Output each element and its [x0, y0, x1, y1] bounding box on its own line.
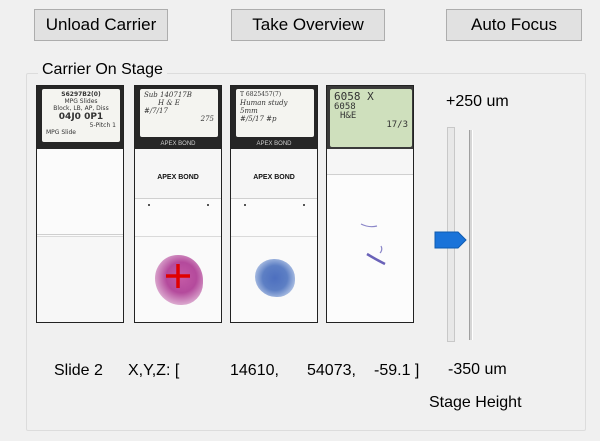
- slide-label: S6297B2(0) MPG Slides Block, LB, AP, Dis…: [37, 86, 123, 149]
- stage-height-max: +250 um: [446, 93, 509, 110]
- label-line: Sub 140717B: [144, 91, 192, 99]
- slide-label: 6058 X 6058 H&E 17/3: [327, 86, 413, 149]
- stage-height-thumb[interactable]: [434, 230, 467, 250]
- slide-2[interactable]: Sub 140717B H & E #/7/17 275 APEX BOND A…: [134, 85, 222, 323]
- take-overview-button[interactable]: Take Overview: [231, 9, 385, 41]
- stage-height-scale: [469, 130, 473, 340]
- corner-mark: [303, 204, 305, 206]
- label-line: Human study: [240, 99, 288, 107]
- corner-mark: [148, 204, 150, 206]
- label-line: 17/3: [386, 120, 408, 130]
- label-line: 5mm: [240, 107, 258, 115]
- slide-3[interactable]: T 6825457(7) Human study 5mm #/5/17 #p A…: [230, 85, 318, 323]
- corner-mark: [207, 204, 209, 206]
- label-line: 275: [200, 115, 214, 123]
- coord-y: 54073,: [307, 362, 356, 379]
- slide-label-paper: 6058 X 6058 H&E 17/3: [330, 89, 412, 147]
- unload-carrier-button[interactable]: Unload Carrier: [34, 9, 168, 41]
- coord-z: -59.1 ]: [374, 362, 420, 379]
- label-line: S6297B2(0): [61, 91, 101, 98]
- frosted-brand: APEX BOND: [157, 174, 199, 181]
- label-line: 5-Pitch 1: [89, 122, 116, 129]
- focus-crosshair-icon: [166, 264, 190, 288]
- label-line: #/7/17: [144, 107, 168, 115]
- coords-label: X,Y,Z: [: [128, 362, 180, 379]
- slide-1[interactable]: S6297B2(0) MPG Slides Block, LB, AP, Dis…: [36, 85, 124, 323]
- frosted-brand: APEX BOND: [253, 174, 295, 181]
- carrier-panel: Unload Carrier Take Overview Auto Focus …: [0, 0, 600, 441]
- slide-glass: [231, 236, 317, 322]
- slide-label-paper: Sub 140717B H & E #/7/17 275: [140, 89, 218, 137]
- slide-glass: [135, 236, 221, 322]
- slide-label-paper: S6297B2(0) MPG Slides Block, LB, AP, Dis…: [42, 89, 120, 142]
- tissue-sample: [255, 259, 295, 297]
- slide-glass: [327, 176, 413, 322]
- label-line: MPG Slides: [64, 98, 98, 105]
- auto-focus-button[interactable]: Auto Focus: [446, 9, 582, 41]
- frosted-area: [327, 149, 413, 175]
- slide-4[interactable]: 6058 X 6058 H&E 17/3: [326, 85, 414, 323]
- group-title: Carrier On Stage: [38, 61, 167, 79]
- tissue-sample: [360, 223, 386, 266]
- label-line: H & E: [158, 99, 180, 107]
- slide-glass: [37, 236, 123, 322]
- label-line: #/5/17 #p: [240, 115, 277, 123]
- stage-height-min: -350 um: [448, 361, 507, 378]
- stage-height-caption: Stage Height: [429, 394, 522, 411]
- label-brand: APEX BOND: [256, 141, 292, 147]
- coord-x: 14610,: [230, 362, 279, 379]
- label-line: Block, LB, AP, Diss: [53, 105, 109, 112]
- corner-mark: [244, 204, 246, 206]
- label-brand: APEX BOND: [160, 141, 196, 147]
- slide-glass-upper: [37, 149, 123, 235]
- current-slide-label: Slide 2: [54, 362, 103, 379]
- slide-label: Sub 140717B H & E #/7/17 275 APEX BOND: [135, 86, 221, 149]
- label-line: MPG Slide: [46, 129, 76, 136]
- label-line: 04J0 0P1: [58, 112, 104, 122]
- label-line: T 6825457(7): [240, 91, 282, 98]
- slide-label: T 6825457(7) Human study 5mm #/5/17 #p A…: [231, 86, 317, 149]
- slide-label-paper: T 6825457(7) Human study 5mm #/5/17 #p: [236, 89, 314, 137]
